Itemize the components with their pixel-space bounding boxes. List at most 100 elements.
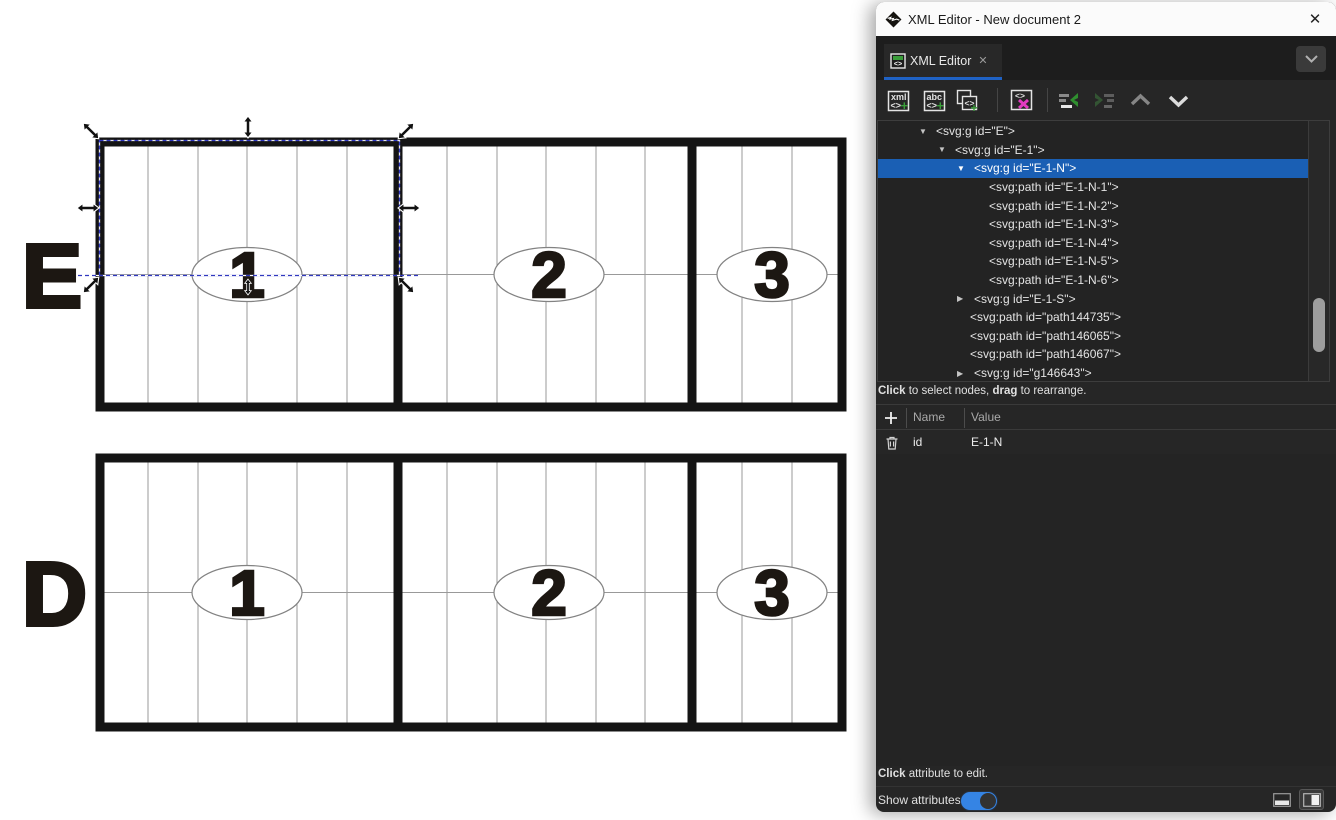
svg-text:<>: <> (894, 61, 902, 68)
tree-row[interactable]: <svg:path id="E-1-N-1"> (878, 178, 1308, 197)
column-divider (964, 408, 965, 428)
row-label-d[interactable]: D (22, 545, 87, 645)
chevron-down-icon (1305, 55, 1318, 63)
tree-node-text: <svg:path id="E-1-N-4"> (989, 236, 1119, 250)
tree-node-text: <svg:path id="E-1-N-6"> (989, 273, 1119, 287)
tree-hint-text: Click to select nodes, drag to rearrange… (876, 383, 1336, 403)
tree-row[interactable]: ▶<svg:g id="g146643"> (878, 364, 1308, 382)
tree-node-text: <svg:path id="E-1-N-1"> (989, 180, 1119, 194)
tree-node-text: <svg:path id="E-1-N-3"> (989, 217, 1119, 231)
tab-close-icon[interactable]: ✕ (978, 54, 987, 67)
tree-row[interactable]: ▶<svg:g id="E-1-S"> (878, 289, 1308, 308)
add-attribute-button[interactable] (881, 408, 901, 428)
section-number[interactable]: 1 (229, 557, 265, 629)
drawing-row-e[interactable]: E 1 2 3 (22, 138, 842, 412)
attribute-name[interactable]: id (913, 435, 922, 449)
window-titlebar[interactable]: XML Editor - New document 2 ✕ (876, 2, 1336, 36)
duplicate-node-button[interactable]: <> + (952, 86, 980, 114)
tree-row[interactable]: ▼<svg:g id="E"> (878, 122, 1308, 141)
drawing-canvas[interactable]: E 1 2 3 D (0, 0, 877, 820)
expand-triangle-icon[interactable]: ▶ (957, 294, 974, 303)
tab-list-dropdown-button[interactable] (1296, 46, 1326, 72)
move-node-down-button[interactable] (1164, 86, 1192, 114)
new-element-node-icon: xml <> + (885, 87, 912, 114)
xml-toolbar: xml <> + abc <> + <> + (876, 80, 1336, 120)
svg-text:+: + (900, 98, 908, 113)
tree-row[interactable]: <svg:path id="path144735"> (878, 308, 1308, 327)
section-number[interactable]: 3 (754, 557, 790, 629)
tree-node-text: <svg:path id="E-1-N-5"> (989, 254, 1119, 268)
attribute-row[interactable]: id E-1-N (876, 432, 1336, 454)
toggle-knob (980, 793, 996, 809)
show-attributes-label: Show attributes (878, 793, 961, 807)
tab-label: XML Editor (910, 54, 971, 68)
chevron-up-icon (1128, 88, 1153, 113)
layout-vertical-button[interactable] (1299, 789, 1324, 810)
attribute-value[interactable]: E-1-N (971, 435, 1002, 449)
window-title: XML Editor - New document 2 (908, 12, 1081, 27)
delete-attribute-icon[interactable] (884, 435, 900, 451)
attributes-empty-area (876, 454, 1336, 766)
tree-row[interactable]: ▼<svg:g id="E-1-N"> (878, 159, 1308, 178)
row-label-e[interactable]: E (22, 227, 82, 327)
new-element-node-button[interactable]: xml <> + (884, 86, 912, 114)
tree-row[interactable]: <svg:path id="E-1-N-6"> (878, 271, 1308, 290)
scale-handle-n[interactable] (243, 116, 252, 138)
new-text-node-icon: abc <> + (921, 87, 948, 114)
window-close-icon[interactable]: ✕ (1303, 7, 1327, 31)
horizontal-layout-icon (1273, 793, 1291, 807)
drawing-row-d[interactable]: D 1 2 3 (22, 454, 842, 732)
show-attributes-toggle[interactable] (960, 791, 998, 811)
tree-node-text: <svg:path id="path146067"> (970, 347, 1121, 361)
scale-handle-w[interactable] (77, 203, 99, 212)
unindent-node-button[interactable] (1054, 86, 1082, 114)
indent-node-button[interactable] (1090, 86, 1118, 114)
delete-node-icon: <> (1008, 87, 1035, 114)
expand-triangle-icon[interactable]: ▶ (957, 369, 974, 378)
toolbar-separator (997, 88, 998, 112)
tree-node-text: <svg:g id="E-1-N"> (974, 161, 1076, 175)
tab-xml-editor[interactable]: <> XML Editor ✕ (884, 44, 1002, 77)
collapse-triangle-icon[interactable]: ▼ (919, 127, 936, 136)
column-divider (906, 408, 907, 428)
tree-node-text: <svg:g id="E"> (936, 124, 1015, 138)
collapse-triangle-icon[interactable]: ▼ (938, 145, 955, 154)
section-badges-d: 1 2 3 (192, 557, 827, 629)
scale-handle-e[interactable] (398, 203, 420, 212)
unindent-node-icon (1055, 87, 1082, 114)
tree-node-text: <svg:g id="g146643"> (974, 366, 1092, 380)
section-number[interactable]: 2 (531, 239, 567, 311)
delete-node-button[interactable]: <> (1007, 86, 1035, 114)
scale-handle-nw[interactable] (80, 120, 102, 142)
tree-scrollbar-thumb[interactable] (1313, 298, 1325, 352)
xml-tree-rows: ▼<svg:g id="E">▼<svg:g id="E-1">▼<svg:g … (878, 122, 1308, 382)
collapse-triangle-icon[interactable]: ▼ (957, 164, 974, 173)
layout-horizontal-button[interactable] (1269, 789, 1294, 810)
svg-text:+: + (936, 98, 944, 113)
tree-row[interactable]: ▼<svg:g id="E-1"> (878, 141, 1308, 160)
move-node-up-button[interactable] (1126, 86, 1154, 114)
attributes-header: Name Value (876, 404, 1336, 430)
tree-scrollbar[interactable] (1308, 121, 1329, 381)
value-column-header: Value (971, 410, 1001, 424)
tree-row[interactable]: <svg:path id="path146065"> (878, 327, 1308, 346)
section-number[interactable]: 2 (531, 557, 567, 629)
tree-row[interactable]: <svg:path id="E-1-N-5"> (878, 252, 1308, 271)
svg-text:<>: <> (890, 100, 901, 110)
tree-node-text: <svg:path id="path144735"> (970, 310, 1121, 324)
tree-row[interactable]: <svg:path id="E-1-N-2"> (878, 196, 1308, 215)
xml-tree[interactable]: ▼<svg:g id="E">▼<svg:g id="E-1">▼<svg:g … (877, 120, 1330, 382)
attribute-hint-text: Click attribute to edit. (878, 768, 988, 780)
new-text-node-button[interactable]: abc <> + (920, 86, 948, 114)
xml-editor-window: XML Editor - New document 2 ✕ <> XML Edi… (876, 2, 1336, 812)
chevron-down-icon (1166, 88, 1191, 113)
tree-node-text: <svg:path id="path146065"> (970, 329, 1121, 343)
tree-row[interactable]: <svg:path id="E-1-N-4"> (878, 234, 1308, 253)
tree-row[interactable]: <svg:path id="E-1-N-3"> (878, 215, 1308, 234)
duplicate-node-icon: <> + (953, 87, 980, 114)
tab-strip: <> XML Editor ✕ (876, 36, 1336, 80)
footer-bar: Show attributes (876, 786, 1336, 812)
tree-row[interactable]: <svg:path id="path146067"> (878, 345, 1308, 364)
vertical-layout-icon (1303, 793, 1321, 807)
section-number[interactable]: 3 (754, 239, 790, 311)
